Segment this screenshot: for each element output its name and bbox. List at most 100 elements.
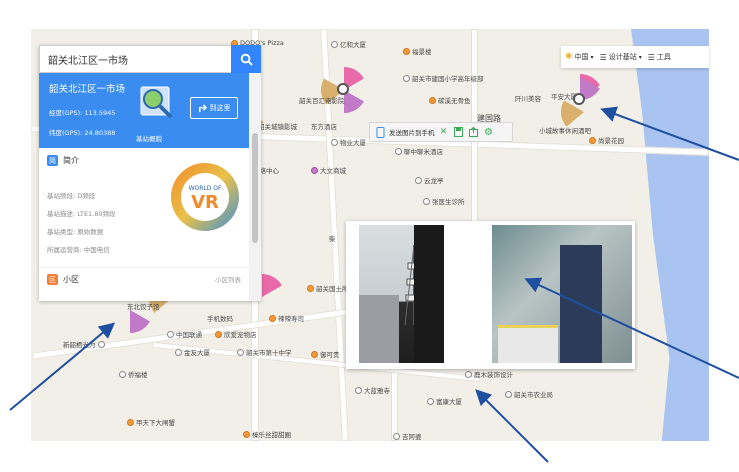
- go-here-button[interactable]: 到这里: [190, 97, 238, 119]
- map-poi[interactable]: 小城故事休闲酒吧: [539, 125, 591, 135]
- map-poi[interactable]: 吉阿婆: [393, 431, 422, 441]
- map-poi[interactable]: 阡川美容: [515, 93, 541, 103]
- region-selector[interactable]: ✺ 中国 ▾: [565, 52, 594, 62]
- temple-icon: [355, 386, 362, 394]
- map-poi[interactable]: 东北饺子馆: [127, 301, 160, 311]
- cell-badge: 区: [47, 274, 58, 285]
- cell-list-link[interactable]: 小区列表: [215, 274, 241, 284]
- chevron-down-icon: ▾: [590, 53, 594, 61]
- tower-marker[interactable]: [573, 93, 585, 105]
- map-poi[interactable]: 富康大厦: [427, 396, 462, 406]
- restaurant-icon: [311, 350, 318, 358]
- map-poi[interactable]: 韶关百汇电影院: [299, 95, 345, 105]
- map-poi[interactable]: 御可贵: [311, 349, 340, 359]
- map-poi[interactable]: 金友大厦: [175, 347, 210, 357]
- shop-icon: [243, 430, 250, 438]
- vr-logo-main: VR: [191, 192, 219, 213]
- map-poi[interactable]: 韶关市建国小学高年级部: [403, 73, 484, 83]
- image-toolbar: 发送图片到手机 ✕ ⚙: [369, 122, 513, 142]
- search-icon: [240, 53, 253, 66]
- magnifier-icon[interactable]: [137, 83, 177, 123]
- info-line: 所属运营商: 中国电信: [47, 246, 110, 254]
- intro-title: 简介: [63, 156, 79, 165]
- info-line: 基站频段: D频段: [47, 192, 96, 200]
- place-icon: [415, 176, 422, 184]
- telecom-icon: [167, 330, 174, 338]
- building-icon: [119, 370, 126, 378]
- station-card: 韶关北江区一市场 经度(GPS): 113.5945 纬度(GPS): 24.8…: [39, 73, 249, 148]
- map-poi[interactable]: 东方酒店: [311, 121, 337, 131]
- tower-photo[interactable]: [359, 225, 444, 363]
- map-poi[interactable]: 鹿木装饰设计: [465, 369, 513, 379]
- info-line: 基站描述: LTE1.80频段: [47, 210, 116, 218]
- map-poi[interactable]: 韶关市农业局: [505, 389, 553, 399]
- search-input[interactable]: [39, 45, 231, 73]
- scrollbar-thumb[interactable]: [252, 133, 258, 243]
- map-poi[interactable]: 甲天下大闸蟹: [127, 417, 175, 427]
- map-poi[interactable]: 新韶栖光为: [63, 339, 105, 349]
- map-poi[interactable]: 榛乐丝甜甜圈: [243, 429, 291, 439]
- map-poi[interactable]: 云龙亭: [415, 175, 444, 185]
- place-icon: [393, 432, 400, 440]
- share-icon[interactable]: [468, 126, 480, 138]
- latitude-text: 纬度(GPS): 24.80388: [49, 129, 116, 137]
- equipment-room-photo[interactable]: [492, 225, 632, 363]
- restaurant-icon: [269, 314, 276, 322]
- school-icon: [237, 348, 244, 356]
- intro-badge: 简: [47, 155, 58, 166]
- settings-icon[interactable]: ⚙: [483, 126, 495, 138]
- station-photos: [346, 221, 635, 369]
- restaurant-icon: [127, 418, 134, 426]
- search-bar: [39, 45, 261, 73]
- send-to-phone-button[interactable]: 发送图片到手机: [389, 127, 435, 137]
- school-icon: [403, 74, 410, 82]
- map-poi[interactable]: 碳溪无骨鱼: [429, 95, 471, 105]
- design-station-menu[interactable]: ☰ 设计基站 ▾: [600, 52, 642, 62]
- tools-menu[interactable]: ☰ 工具: [648, 52, 671, 62]
- mall-icon: [311, 166, 318, 174]
- panel-scrollbar[interactable]: [249, 73, 261, 301]
- map-poi[interactable]: 韶关国土所: [307, 283, 349, 293]
- map-poi[interactable]: 欣爱宠物店: [215, 329, 257, 339]
- map-poi[interactable]: 亿和大厦: [331, 39, 366, 49]
- turn-arrow-icon: [198, 103, 207, 112]
- info-line: 基站类型: 原始数据: [47, 228, 104, 236]
- toolbox-icon: ☰: [647, 52, 655, 62]
- map-toolbar: ✺ 中国 ▾ ☰ 设计基站 ▾ ☰ 工具: [561, 46, 709, 68]
- vr-logo-top: WORLD OF: [189, 185, 222, 192]
- cell-title: 小区: [63, 275, 79, 284]
- world-of-vr-logo: WORLD OF VR: [171, 163, 239, 231]
- map-poi[interactable]: 柴: [329, 233, 336, 243]
- overview-label: 基站概貌: [136, 135, 162, 143]
- place-icon: [97, 340, 105, 348]
- map-poi[interactable]: 侨福楼: [119, 369, 148, 379]
- search-button[interactable]: [231, 45, 261, 73]
- shop-icon: [465, 370, 472, 378]
- building-icon: [427, 397, 434, 405]
- info-panel: 韶关北江区一市场 经度(GPS): 113.5945 纬度(GPS): 24.8…: [39, 45, 261, 301]
- building-icon: [403, 47, 410, 55]
- map-poi[interactable]: 手机数码: [207, 313, 233, 323]
- restaurant-icon: [429, 96, 436, 104]
- map-poi[interactable]: 尚景花园: [589, 135, 624, 145]
- shop-icon: [215, 330, 222, 338]
- phone-icon[interactable]: [374, 126, 386, 138]
- map-poi[interactable]: 聊中聊米酒店: [395, 146, 443, 156]
- map-poi[interactable]: 韶关市第十中学: [237, 347, 292, 357]
- fullscreen-icon[interactable]: ✕: [438, 126, 450, 138]
- map-poi[interactable]: 物业大厦: [331, 137, 366, 147]
- government-icon: [307, 284, 314, 292]
- place-icon: [331, 40, 338, 48]
- station-icon: ☰: [599, 52, 607, 62]
- map-poi[interactable]: 中国联通: [167, 329, 202, 339]
- map-poi[interactable]: 大蓝雅寺: [355, 385, 390, 395]
- clinic-icon: [423, 197, 430, 205]
- map-poi[interactable]: 张医生诊所: [423, 196, 465, 206]
- map-poi[interactable]: 福景楼: [403, 46, 432, 56]
- hotel-icon: [395, 147, 402, 155]
- map-poi[interactable]: 大文商城: [311, 165, 346, 175]
- map-poi[interactable]: 辣辣寿司: [269, 313, 304, 323]
- save-icon[interactable]: [453, 126, 465, 138]
- station-title: 韶关北江区一市场: [49, 84, 126, 95]
- tower-marker[interactable]: [337, 83, 349, 95]
